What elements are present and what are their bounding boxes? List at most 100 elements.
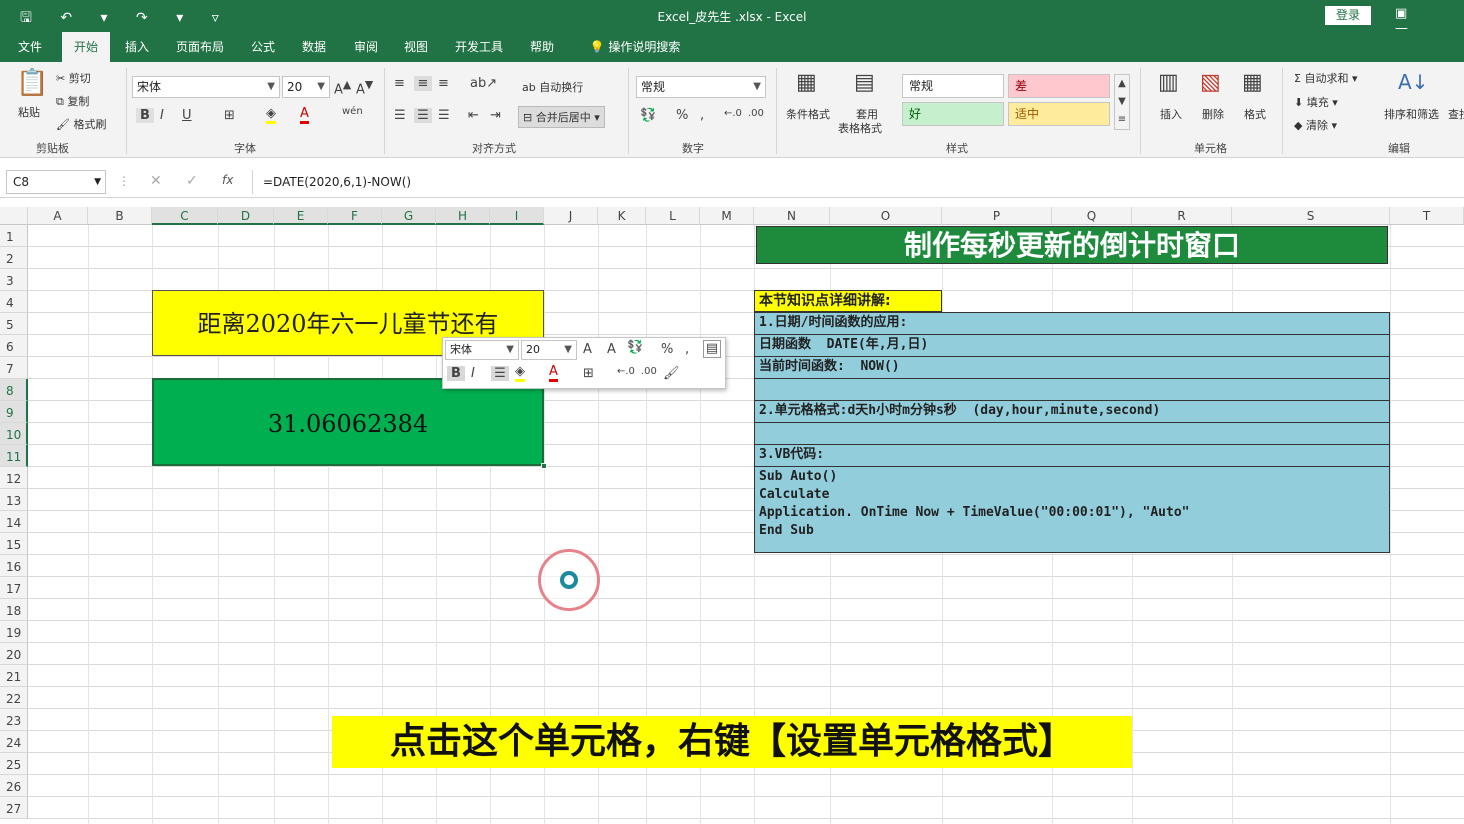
style-neutral[interactable]: 适中 xyxy=(1008,102,1110,126)
column-header[interactable]: M xyxy=(700,207,754,225)
row-header[interactable]: 26 xyxy=(0,775,28,797)
brush-icon[interactable]: 🖌 xyxy=(663,366,680,381)
row-header[interactable]: 20 xyxy=(0,643,28,665)
column-header[interactable]: A xyxy=(28,207,88,225)
row-header[interactable]: 3 xyxy=(0,269,28,291)
row-header[interactable]: 1 xyxy=(0,225,28,247)
column-header[interactable]: F xyxy=(328,207,382,225)
countdown-value-cell[interactable]: 31.06062384 xyxy=(152,378,544,466)
formula-input[interactable]: =DATE(2020,6,1)-NOW() xyxy=(252,170,1458,194)
percent-icon[interactable]: % xyxy=(676,108,688,123)
format-cells-icon[interactable]: ▤ xyxy=(703,340,721,358)
percent-icon[interactable]: % xyxy=(661,342,673,357)
phonetic-icon[interactable]: wén xyxy=(342,106,363,117)
row-header[interactable]: 14 xyxy=(0,511,28,533)
row-header[interactable]: 12 xyxy=(0,467,28,489)
decrease-decimal-icon[interactable]: .00 xyxy=(748,108,764,119)
italic-icon[interactable]: I xyxy=(471,366,475,381)
increase-decimal-icon[interactable]: ←.0 xyxy=(724,108,742,119)
style-bad[interactable]: 差 xyxy=(1008,74,1110,98)
row-header[interactable]: 7 xyxy=(0,357,28,379)
align-middle-icon[interactable]: ≡ xyxy=(414,76,432,91)
comma-style-icon[interactable]: , xyxy=(700,108,704,123)
tell-me-search[interactable]: 💡 操作说明搜索 xyxy=(580,32,690,62)
insert-cells-icon[interactable]: ▥ xyxy=(1158,70,1179,95)
border-icon[interactable]: ⊞ xyxy=(224,108,235,123)
insert-function-icon[interactable]: fx xyxy=(222,173,233,187)
italic-icon[interactable]: I xyxy=(160,108,164,123)
row-header[interactable]: 15 xyxy=(0,533,28,555)
tab-file[interactable]: 文件 xyxy=(8,32,52,62)
row-header[interactable]: 13 xyxy=(0,489,28,511)
decrease-font-icon[interactable]: A▼ xyxy=(356,78,373,97)
tab-insert[interactable]: 插入 xyxy=(116,32,158,62)
insert-cells-button[interactable]: 插入 xyxy=(1160,106,1182,122)
clear-button[interactable]: ◆ 清除 ▾ xyxy=(1294,117,1337,133)
wrap-text-button[interactable]: ab 自动换行 xyxy=(522,79,583,95)
row-header[interactable]: 21 xyxy=(0,665,28,687)
row-header[interactable]: 18 xyxy=(0,599,28,621)
tab-home[interactable]: 开始 xyxy=(62,32,110,62)
row-header[interactable]: 22 xyxy=(0,687,28,709)
column-header[interactable]: K xyxy=(598,207,646,225)
decrease-decimal-icon[interactable]: .00 xyxy=(641,366,657,377)
underline-icon[interactable]: U xyxy=(182,108,192,123)
tab-developer[interactable]: 开发工具 xyxy=(446,32,512,62)
tab-data[interactable]: 数据 xyxy=(292,32,336,62)
table-format-button-line2[interactable]: 表格格式 xyxy=(838,120,882,136)
knowledge-panel[interactable]: 1.日期/时间函数的应用: 日期函数 DATE(年,月,日) 当前时间函数: N… xyxy=(754,312,1390,553)
increase-indent-icon[interactable]: ⇥ xyxy=(490,108,501,123)
decrease-indent-icon[interactable]: ⇤ xyxy=(468,108,479,123)
column-header[interactable]: Q xyxy=(1052,207,1132,225)
paste-button[interactable]: 粘贴 xyxy=(18,104,40,120)
styles-scroll-icon[interactable]: ▲ ▼ ≡ xyxy=(1114,74,1130,130)
decrease-font-icon[interactable]: A xyxy=(607,342,616,357)
tab-page-layout[interactable]: 页面布局 xyxy=(168,32,232,62)
mini-font-select[interactable]: 宋体 ▼ xyxy=(445,340,519,360)
row-header[interactable]: 9 xyxy=(0,401,28,423)
align-left-icon[interactable]: ☰ xyxy=(394,108,406,123)
column-header[interactable]: O xyxy=(830,207,942,225)
find-button[interactable]: 查找 xyxy=(1448,106,1464,122)
bold-icon[interactable]: B xyxy=(447,366,465,381)
fill-color-icon[interactable]: ◈ xyxy=(515,364,525,382)
fill-handle[interactable] xyxy=(541,463,547,469)
format-painter-button[interactable]: 🖌 格式刷 xyxy=(56,116,106,132)
conditional-format-icon[interactable]: ▦ xyxy=(796,70,817,95)
format-cells-button[interactable]: 格式 xyxy=(1244,106,1266,122)
bold-icon[interactable]: B xyxy=(136,108,154,123)
sort-filter-button[interactable]: 排序和筛选 xyxy=(1384,106,1439,122)
font-size-select[interactable]: 20 ▼ xyxy=(282,76,330,98)
row-header[interactable]: 2 xyxy=(0,247,28,269)
format-cells-icon[interactable]: ▦ xyxy=(1242,70,1263,95)
increase-font-icon[interactable]: A▲ xyxy=(334,78,351,97)
row-header[interactable]: 25 xyxy=(0,753,28,775)
column-header[interactable]: E xyxy=(274,207,328,225)
column-header[interactable]: B xyxy=(88,207,152,225)
autosum-button[interactable]: Σ 自动求和 ▾ xyxy=(1294,70,1357,86)
row-header[interactable]: 5 xyxy=(0,313,28,335)
row-header[interactable]: 17 xyxy=(0,577,28,599)
column-header[interactable]: C xyxy=(152,207,218,225)
column-header[interactable]: S xyxy=(1232,207,1390,225)
row-header[interactable]: 27 xyxy=(0,797,28,819)
align-center-icon[interactable]: ☰ xyxy=(414,108,432,123)
accounting-format-icon[interactable]: 💱 xyxy=(640,108,656,123)
accounting-format-icon[interactable]: 💱 xyxy=(627,340,643,355)
increase-decimal-icon[interactable]: ←.0 xyxy=(617,366,635,377)
row-header[interactable]: 6 xyxy=(0,335,28,357)
column-header[interactable]: L xyxy=(646,207,700,225)
delete-cells-button[interactable]: 删除 xyxy=(1202,106,1224,122)
paste-icon[interactable]: 📋 xyxy=(16,68,48,98)
login-button[interactable]: 登录 xyxy=(1325,6,1371,25)
row-header[interactable]: 23 xyxy=(0,709,28,731)
style-good[interactable]: 好 xyxy=(902,102,1004,126)
cancel-icon[interactable]: ✕ xyxy=(150,173,162,189)
enter-icon[interactable]: ✓ xyxy=(186,173,198,189)
column-header[interactable]: R xyxy=(1132,207,1232,225)
align-top-icon[interactable]: ≡ xyxy=(394,76,405,91)
column-header[interactable]: T xyxy=(1390,207,1464,225)
row-header[interactable]: 19 xyxy=(0,621,28,643)
conditional-format-button[interactable]: 条件格式 xyxy=(786,106,830,122)
tab-formulas[interactable]: 公式 xyxy=(240,32,286,62)
